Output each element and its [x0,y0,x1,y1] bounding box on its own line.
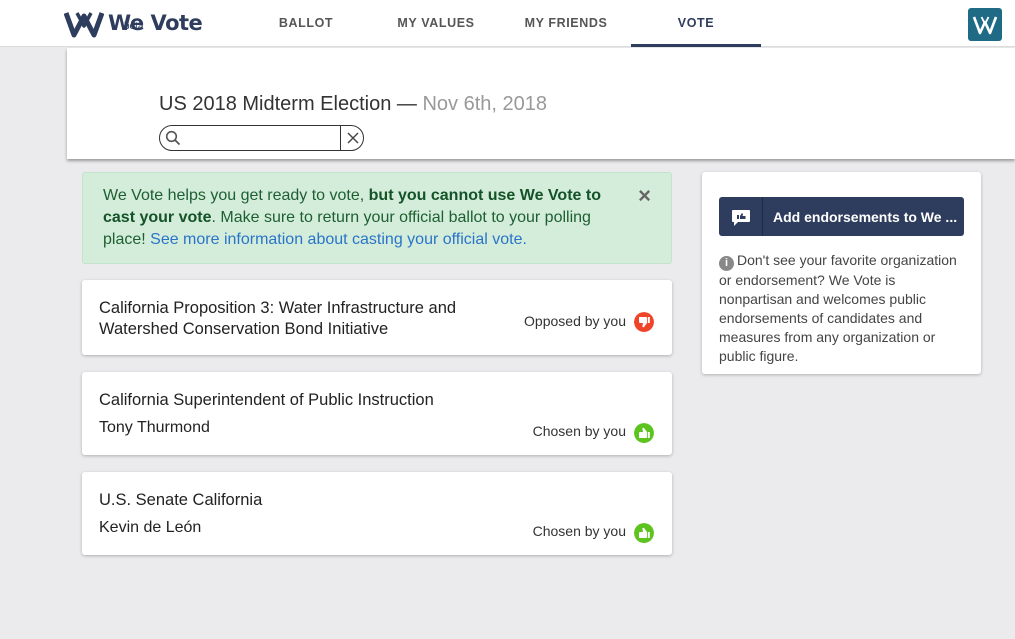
ballot-search [159,125,364,151]
search-clear-button[interactable] [340,125,364,151]
profile-avatar-button[interactable] [968,8,1002,41]
alert-text: We Vote helps you get ready to vote, [103,187,369,204]
election-date: Nov 6th, 2018 [422,93,547,115]
election-header: US 2018 Midterm Election — Nov 6th, 2018 [67,48,1015,159]
endorsement-icon-wrap [719,197,763,236]
ballot-item-card[interactable]: California Superintendent of Public Inst… [82,372,672,455]
candidate-name[interactable]: Tony Thurmond [99,419,210,437]
election-title: US 2018 Midterm Election — Nov 6th, 2018 [159,93,547,116]
brand-name: We Vote [108,11,203,35]
position-status: Chosen by you [532,523,626,539]
top-navigation: We Vote beta BALLOT MY VALUES MY FRIENDS… [0,0,1015,47]
position-status: Chosen by you [532,423,626,439]
we-vote-avatar-icon [972,16,998,34]
election-name: US 2018 Midterm Election [159,93,392,115]
search-input[interactable] [184,128,338,148]
vote-info-alert: We Vote helps you get ready to vote, but… [82,172,672,264]
search-icon [165,130,181,146]
tab-vote[interactable]: VOTE [631,0,761,47]
endorsement-info-text: Don't see your favorite organization or … [719,252,957,364]
info-icon: i [719,256,734,271]
ballot-item-title[interactable]: U.S. Senate California [99,490,262,511]
alert-close-button[interactable]: × [638,185,651,207]
tab-my-friends[interactable]: MY FRIENDS [501,0,631,47]
tab-ballot[interactable]: BALLOT [241,0,371,47]
thumbs-up-icon [634,423,654,443]
thumbs-down-icon [634,312,654,332]
endorsement-sidebar: Add endorsements to We ... i Don't see yo… [702,172,981,374]
tab-my-values[interactable]: MY VALUES [371,0,501,47]
close-icon [347,132,358,144]
add-endorsements-button[interactable]: Add endorsements to We ... [719,197,964,236]
ballot-item-title[interactable]: California Superintendent of Public Inst… [99,390,434,411]
ballot-item-card[interactable]: California Proposition 3: Water Infrastr… [82,280,672,355]
ballot-item-card[interactable]: U.S. Senate California Kevin de León Cho… [82,472,672,555]
beta-tag: beta [124,21,144,32]
endorsement-icon [731,209,750,226]
we-vote-logo-icon [64,12,104,38]
position-status: Opposed by you [524,313,626,329]
thumbs-up-icon [634,523,654,543]
add-endorsements-label: Add endorsements to We ... [773,208,958,225]
candidate-name[interactable]: Kevin de León [99,519,201,537]
ballot-item-title[interactable]: California Proposition 3: Water Infrastr… [99,298,479,340]
endorsement-info: i Don't see your favorite organization or… [719,251,969,366]
casting-info-link[interactable]: See more information about casting your … [150,231,527,248]
title-separator: — [391,93,423,115]
